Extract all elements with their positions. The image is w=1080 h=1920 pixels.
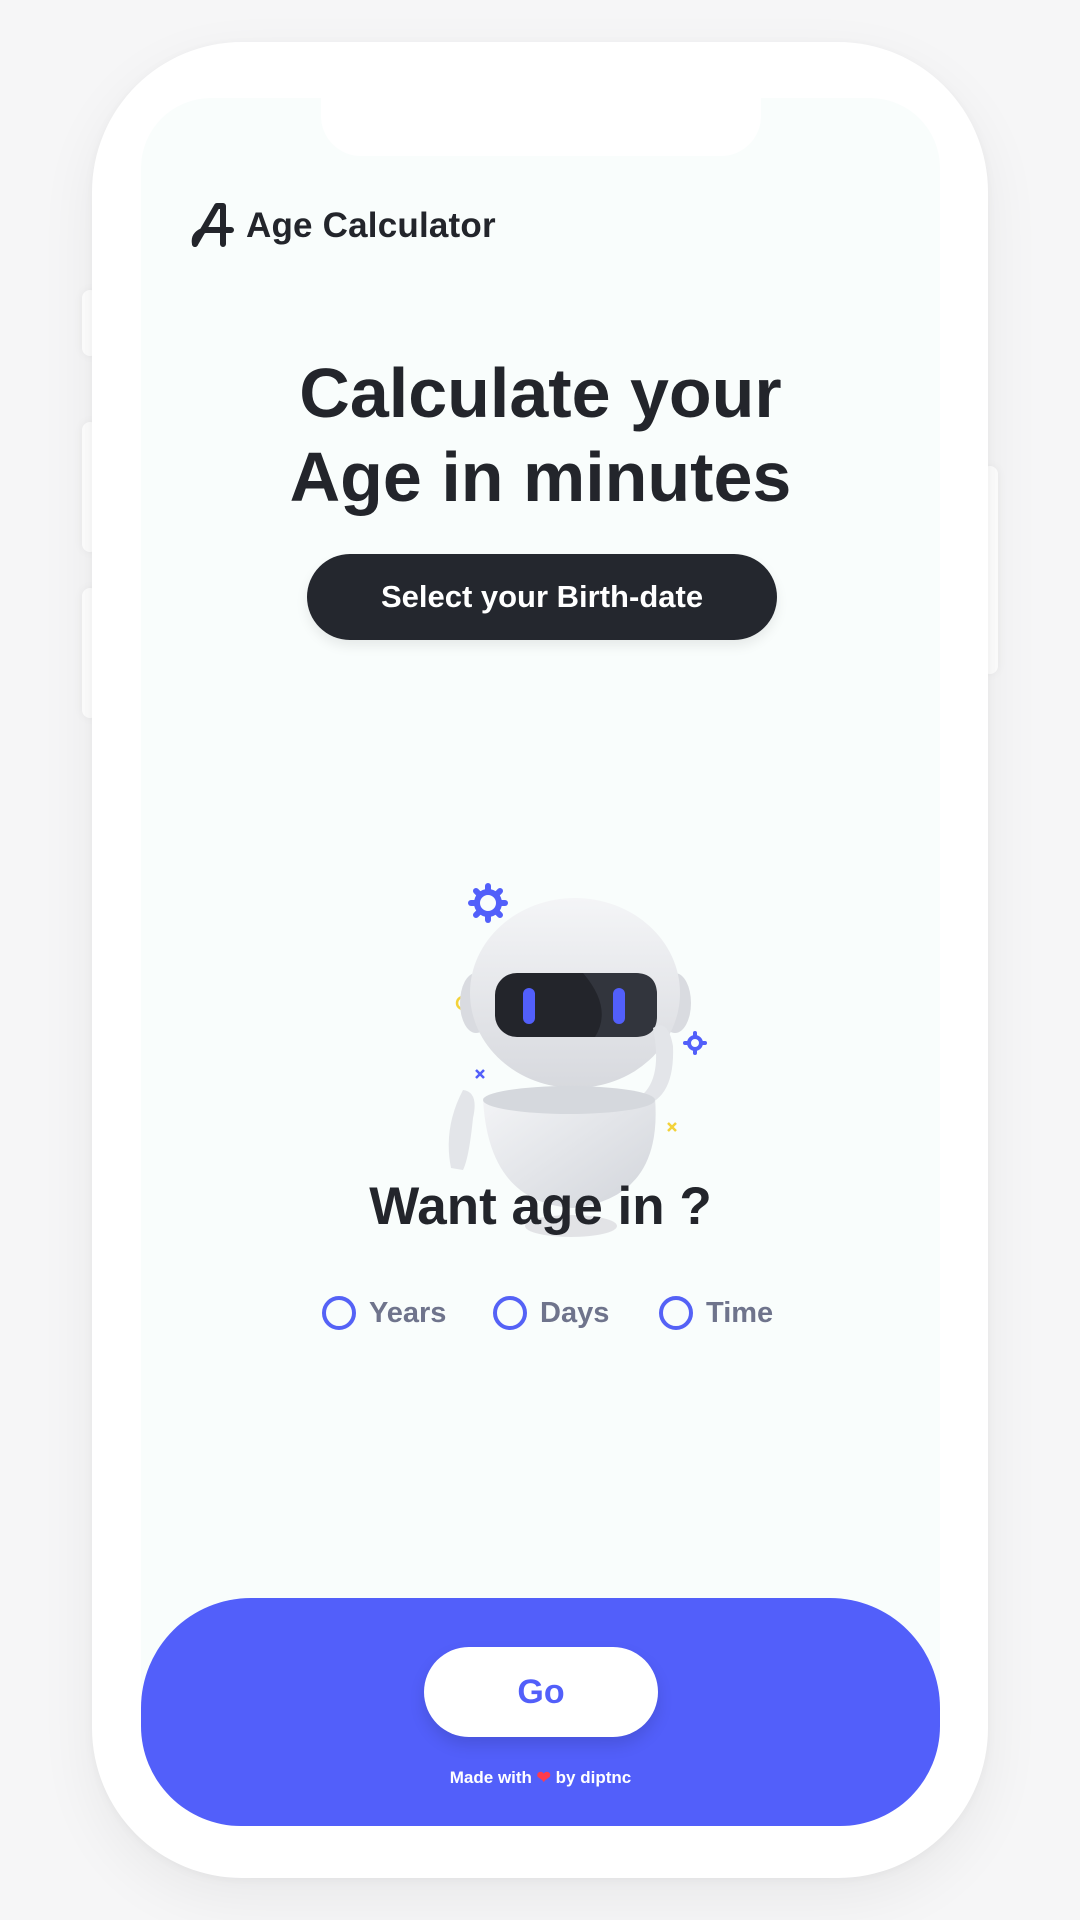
app-title: Age Calculator — [246, 206, 496, 245]
years-radio[interactable] — [322, 1296, 356, 1330]
go-button[interactable]: Go — [424, 1647, 658, 1737]
robot-illustration — [448, 883, 707, 1237]
hero-headline: Calculate your Age in minutes — [141, 351, 940, 519]
age-calculator-logo-icon — [191, 203, 234, 247]
hero-headline-line2: Age in minutes — [289, 438, 792, 516]
days-radio[interactable] — [493, 1296, 527, 1330]
select-birthdate-button[interactable]: Select your Birth-date — [307, 554, 777, 640]
credit-suffix: by diptnc — [555, 1768, 632, 1787]
page: Age Calculator Calculate your Age in min… — [0, 0, 1080, 1920]
heart-icon: ❤ — [536, 1768, 551, 1787]
want-age-question: Want age in ? — [369, 1177, 712, 1236]
credit-text: Made with ❤ by diptnc — [141, 1768, 940, 1788]
hero-headline-line1: Calculate your — [299, 354, 782, 432]
footer-panel: Go Made with ❤ by diptnc — [141, 1598, 940, 1826]
time-label: Time — [706, 1296, 774, 1329]
days-label: Days — [540, 1296, 610, 1329]
age-unit-options: Years Days Time — [141, 1288, 940, 1338]
credit-prefix: Made with — [449, 1768, 532, 1787]
option-time[interactable]: Time — [659, 1288, 773, 1338]
option-days[interactable]: Days — [493, 1288, 609, 1338]
time-radio[interactable] — [659, 1296, 693, 1330]
phone-notch — [321, 98, 761, 156]
gear-icon — [468, 883, 508, 923]
small-gear-icon — [683, 1031, 707, 1055]
option-years[interactable]: Years — [322, 1288, 446, 1338]
app-screen: Age Calculator Calculate your Age in min… — [141, 98, 940, 1826]
years-label: Years — [369, 1296, 447, 1329]
